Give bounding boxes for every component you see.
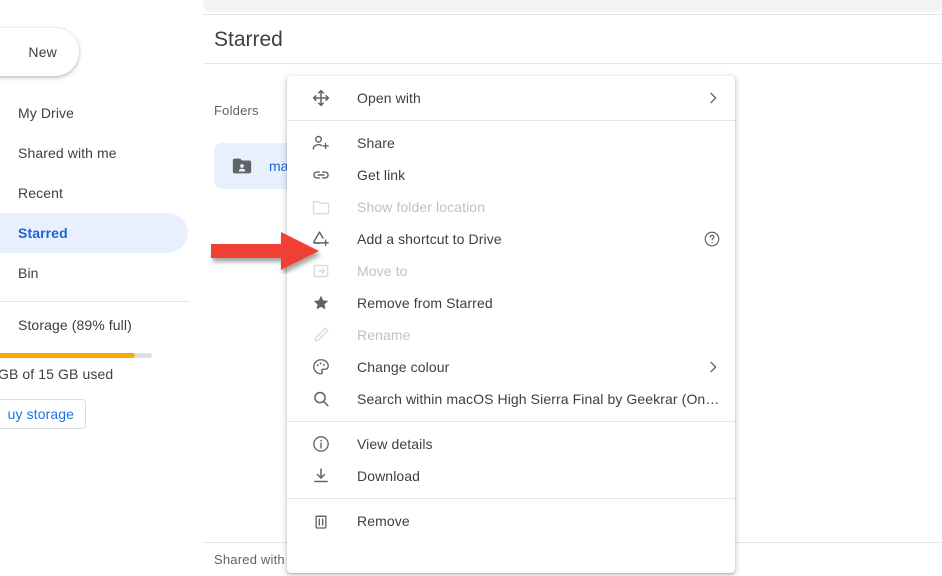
menu-item-label: Rename (357, 327, 721, 343)
folder-name: ma (269, 158, 288, 174)
open-with-icon (309, 86, 333, 110)
help-icon[interactable] (703, 230, 721, 248)
menu-item-rename: Rename (287, 319, 735, 351)
storage-progress-fill (0, 353, 135, 358)
menu-separator (287, 421, 735, 422)
menu-item-label: Add a shortcut to Drive (357, 231, 695, 247)
sidebar-item-label: Starred (18, 225, 68, 241)
search-bar[interactable] (203, 0, 942, 12)
menu-item-label: View details (357, 436, 721, 452)
context-menu[interactable]: Open with Share (287, 76, 735, 573)
menu-item-show-folder-location: Show folder location (287, 191, 735, 223)
shared-folder-icon (231, 155, 253, 177)
menu-item-label: Open with (357, 90, 697, 106)
menu-item-change-colour[interactable]: Change colour (287, 351, 735, 383)
menu-item-label: Search within macOS High Sierra Final by… (357, 391, 721, 407)
menu-item-remove[interactable]: Remove (287, 505, 735, 537)
menu-item-view-details[interactable]: View details (287, 428, 735, 460)
context-menu-group: View details Download (287, 428, 735, 492)
context-menu-group: Share Get link Show fo (287, 127, 735, 415)
menu-item-get-link[interactable]: Get link (287, 159, 735, 191)
move-to-icon (309, 259, 333, 283)
menu-item-label: Share (357, 135, 721, 151)
add-shortcut-icon (309, 227, 333, 251)
pencil-icon (309, 323, 333, 347)
sidebar-item-label: My Drive (18, 105, 74, 121)
sidebar-nav: My Drive Shared with me Recent Starred B… (0, 93, 203, 293)
section-label-folders: Folders (214, 103, 259, 118)
buy-storage-button[interactable]: uy storage (0, 399, 86, 429)
sidebar-item-recent[interactable]: Recent (0, 173, 188, 213)
sidebar-item-label: Shared with me (18, 145, 117, 161)
app-root: New My Drive Shared with me Recent Starr… (0, 0, 942, 576)
sidebar-item-my-drive[interactable]: My Drive (0, 93, 188, 133)
sidebar-item-shared-with-me[interactable]: Shared with me (0, 133, 188, 173)
menu-separator (287, 120, 735, 121)
menu-item-download[interactable]: Download (287, 460, 735, 492)
person-add-icon (309, 131, 333, 155)
storage-label: Storage (89% full) (18, 317, 132, 333)
folder-icon (309, 195, 333, 219)
menu-item-move-to: Move to (287, 255, 735, 287)
new-button-label: New (28, 44, 57, 60)
storage-progress-track (0, 353, 152, 358)
sidebar-divider (0, 301, 190, 302)
new-button[interactable]: New (0, 28, 79, 76)
menu-item-label: Get link (357, 167, 721, 183)
menu-separator (287, 498, 735, 499)
menu-item-add-a-shortcut-to-drive[interactable]: Add a shortcut to Drive (287, 223, 735, 255)
info-icon (309, 432, 333, 456)
menu-item-search-within-folder[interactable]: Search within macOS High Sierra Final by… (287, 383, 735, 415)
menu-item-label: Remove from Starred (357, 295, 721, 311)
menu-item-remove-from-starred[interactable]: Remove from Starred (287, 287, 735, 319)
link-icon (309, 163, 333, 187)
menu-item-open-with[interactable]: Open with (287, 82, 735, 114)
menu-item-label: Show folder location (357, 199, 721, 215)
menu-item-label: Move to (357, 263, 721, 279)
sidebar-item-bin[interactable]: Bin (0, 253, 188, 293)
trash-icon (309, 509, 333, 533)
sidebar: New My Drive Shared with me Recent Starr… (0, 0, 203, 576)
download-icon (309, 464, 333, 488)
menu-item-label: Download (357, 468, 721, 484)
title-divider (203, 63, 942, 64)
sidebar-item-starred[interactable]: Starred (0, 213, 188, 253)
search-icon (309, 387, 333, 411)
storage-used-text: GB of 15 GB used (0, 366, 113, 382)
footer-shared-with-text: Shared with (214, 552, 285, 567)
palette-icon (309, 355, 333, 379)
menu-item-label: Remove (357, 513, 721, 529)
context-menu-group: Remove (287, 505, 735, 537)
sidebar-item-label: Recent (18, 185, 63, 201)
buy-storage-label: uy storage (8, 406, 74, 422)
star-icon (309, 291, 333, 315)
sidebar-item-label: Bin (18, 265, 39, 281)
context-menu-group: Open with (287, 82, 735, 114)
page-title: Starred (214, 28, 283, 52)
menu-item-label: Change colour (357, 359, 697, 375)
chevron-right-icon (705, 359, 721, 375)
chevron-right-icon (705, 90, 721, 106)
menu-item-share[interactable]: Share (287, 127, 735, 159)
